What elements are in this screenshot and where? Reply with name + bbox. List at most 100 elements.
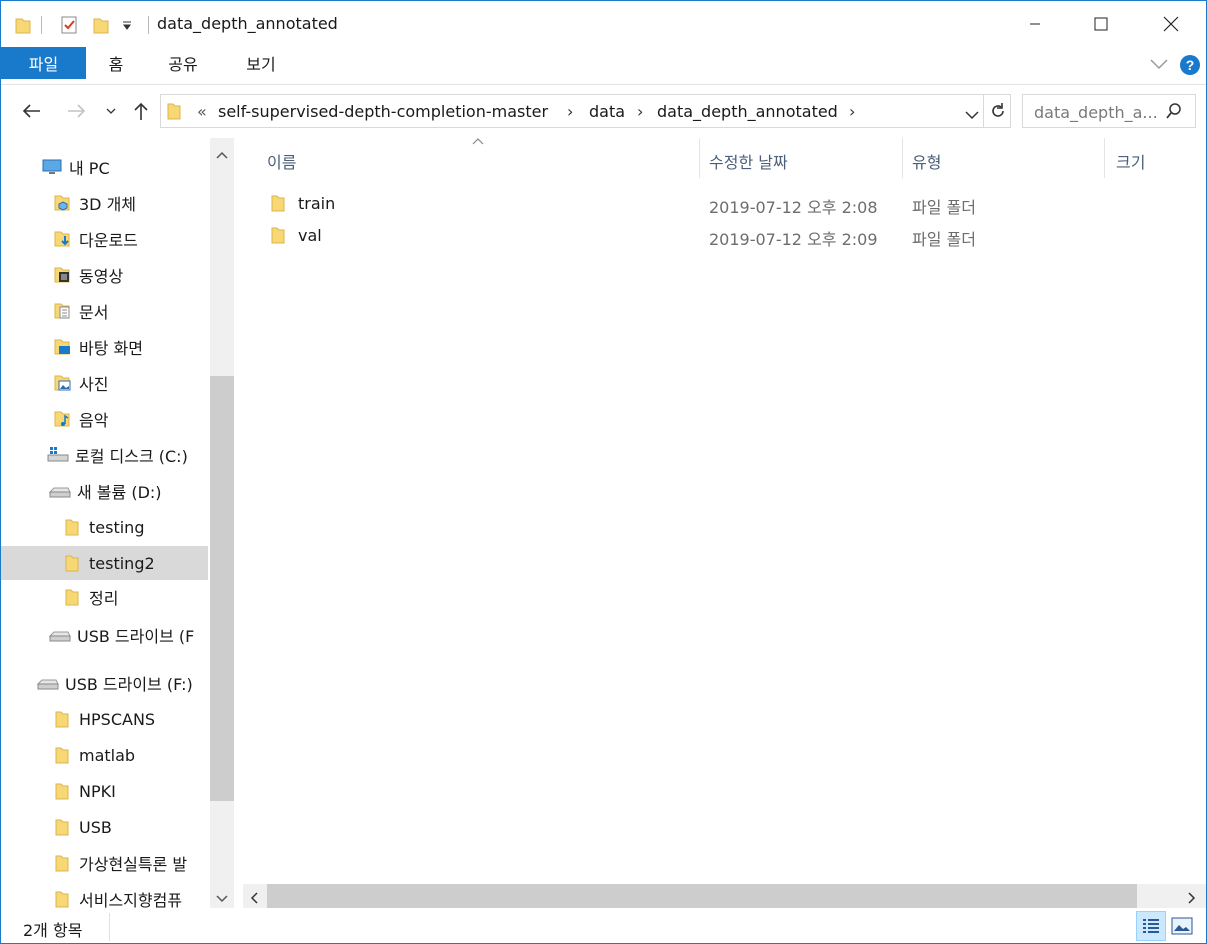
sidebar-item-11[interactable]: testing	[61, 510, 208, 544]
tab-file[interactable]: 파일	[1, 47, 86, 79]
folder-icon	[271, 226, 285, 248]
tab-home[interactable]: 홈	[101, 47, 131, 79]
forward-button[interactable]	[63, 97, 91, 125]
folder-icon	[51, 780, 73, 802]
sidebar-item-19[interactable]: USB	[51, 810, 208, 844]
column-divider[interactable]	[1104, 138, 1105, 178]
column-size[interactable]: 크기	[1116, 146, 1145, 176]
sidebar-item-18[interactable]: NPKI	[51, 774, 208, 808]
nav-scrollbar[interactable]	[210, 138, 234, 908]
folder-icon	[51, 816, 73, 838]
usb-drive-icon	[49, 624, 71, 646]
sidebar-item-label: 사진	[79, 375, 109, 394]
content-scrollbar[interactable]	[243, 884, 1206, 908]
sidebar-item-12[interactable]: testing2	[1, 546, 208, 580]
column-divider[interactable]	[699, 138, 700, 178]
tab-view[interactable]: 보기	[241, 47, 281, 79]
breadcrumb-overflow[interactable]: «	[197, 102, 207, 121]
sidebar-item-14[interactable]: USB 드라이브 (F	[49, 618, 208, 652]
nav-scroll-thumb[interactable]	[210, 376, 234, 801]
sidebar-item-17[interactable]: matlab	[51, 738, 208, 772]
folder-icon	[61, 552, 83, 574]
close-button[interactable]	[1148, 1, 1194, 47]
ribbon-tabs: 파일 홈 공유 보기 ?	[1, 47, 1206, 85]
search-placeholder: data_depth_a...	[1034, 103, 1158, 122]
content-scroll-thumb[interactable]	[267, 884, 1137, 908]
column-divider[interactable]	[902, 138, 903, 178]
properties-icon[interactable]	[59, 13, 79, 37]
sidebar-item-label: USB 드라이브 (F:)	[65, 675, 193, 694]
breadcrumb-chevron-icon[interactable]: ›	[567, 102, 573, 121]
refresh-icon[interactable]	[989, 102, 1007, 124]
table-row[interactable]: train 2019-07-12 오후 2:08 파일 폴더	[261, 190, 1191, 220]
scroll-down-icon[interactable]	[216, 890, 228, 908]
sort-ascending-icon	[471, 132, 485, 150]
scroll-up-icon[interactable]	[216, 146, 228, 164]
separator	[148, 16, 149, 34]
folder-icon	[51, 744, 73, 766]
file-type: 파일 폴더	[912, 230, 976, 249]
folder-icon	[61, 516, 83, 538]
file-type: 파일 폴더	[912, 198, 976, 217]
address-history-icon[interactable]	[965, 106, 979, 124]
breadcrumb-data[interactable]: data	[589, 102, 625, 121]
sidebar-item-21[interactable]: 서비스지향컴퓨	[51, 882, 208, 908]
maximize-button[interactable]	[1078, 1, 1124, 47]
sidebar-item-label: 다운로드	[79, 231, 138, 250]
sidebar-item-4[interactable]: 동영상	[51, 258, 208, 292]
sidebar-item-13[interactable]: 정리	[61, 580, 208, 614]
help-icon[interactable]: ?	[1179, 54, 1201, 80]
breadcrumb-project[interactable]: self-supervised-depth-completion-master	[218, 102, 548, 121]
sidebar-item-label: USB 드라이브 (F	[77, 627, 195, 646]
back-button[interactable]	[17, 97, 45, 125]
separator	[983, 95, 984, 127]
column-name[interactable]: 이름	[267, 146, 296, 176]
address-bar[interactable]: « self-supervised-depth-completion-maste…	[160, 94, 1011, 128]
minimize-button[interactable]	[1012, 1, 1058, 47]
breadcrumb-chevron-icon[interactable]: ›	[849, 102, 855, 121]
sidebar-item-10[interactable]: 새 볼륨 (D:)	[49, 474, 208, 508]
music-icon	[51, 408, 73, 430]
breadcrumb-current[interactable]: data_depth_annotated	[657, 102, 838, 121]
sidebar-item-label: 새 볼륨 (D:)	[77, 483, 162, 502]
sidebar-item-label: testing2	[89, 553, 155, 573]
sidebar-item-15[interactable]: USB 드라이브 (F:)	[37, 666, 208, 700]
address-folder-icon	[167, 102, 181, 124]
details-view-icon[interactable]	[1136, 911, 1166, 941]
sidebar-item-label: 내 PC	[69, 159, 110, 178]
sidebar-item-6[interactable]: 바탕 화면	[51, 330, 208, 364]
sidebar-item-3[interactable]: 다운로드	[51, 222, 208, 256]
sidebar-item-8[interactable]: 음악	[51, 402, 208, 436]
sidebar-item-20[interactable]: 가상현실특론 발	[51, 846, 208, 880]
title-bar: data_depth_annotated	[1, 1, 1206, 47]
folder-icon	[51, 888, 73, 908]
scroll-left-icon[interactable]	[249, 890, 259, 908]
navigation-pane: 내 PC 3D 개체다운로드동영상 문서 바탕 화면사진음악 로컬 디스크 (C:) 새 …	[1, 138, 234, 908]
column-type[interactable]: 유형	[912, 146, 941, 176]
explorer-window: data_depth_annotated 파일 홈 공유 보기 ? « self…	[0, 0, 1207, 944]
table-row[interactable]: val 2019-07-12 오후 2:09 파일 폴더	[261, 222, 1191, 252]
documents-icon	[51, 300, 73, 322]
large-icons-view-icon[interactable]	[1171, 916, 1193, 940]
search-input[interactable]: data_depth_a...	[1022, 94, 1196, 128]
sidebar-item-16[interactable]: HPSCANS	[51, 702, 208, 736]
customize-toolbar-icon[interactable]	[121, 13, 133, 37]
sidebar-item-1[interactable]: 내 PC	[41, 150, 208, 184]
sidebar-item-label: matlab	[79, 745, 136, 765]
sidebar-item-7[interactable]: 사진	[51, 366, 208, 400]
search-icon[interactable]	[1165, 102, 1183, 124]
recent-locations-button[interactable]	[97, 97, 125, 125]
sidebar-item-2[interactable]: 3D 개체	[51, 186, 208, 220]
column-date-modified[interactable]: 수정한 날짜	[709, 146, 788, 176]
sidebar-item-label: 정리	[89, 589, 119, 608]
up-button[interactable]	[127, 97, 155, 125]
folder-icon	[51, 852, 73, 874]
file-name: train	[298, 194, 336, 213]
expand-ribbon-icon[interactable]	[1149, 57, 1169, 75]
new-folder-icon[interactable]	[93, 13, 109, 37]
scroll-right-icon[interactable]	[1187, 890, 1197, 908]
tab-share[interactable]: 공유	[163, 47, 203, 79]
sidebar-item-5[interactable]: 문서	[51, 294, 208, 328]
sidebar-item-9[interactable]: 로컬 디스크 (C:)	[47, 438, 208, 472]
breadcrumb-chevron-icon[interactable]: ›	[637, 102, 643, 121]
